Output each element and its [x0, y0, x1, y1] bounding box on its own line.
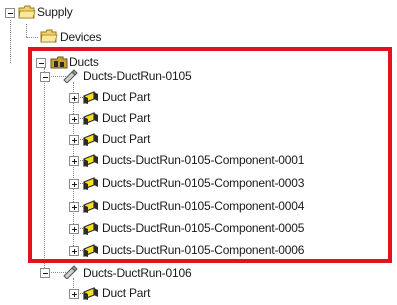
tree-node-label: Ducts-DuctRun-0105-Component-0005 [102, 221, 305, 235]
tree-node-component[interactable]: Ducts-DuctRun-0105-Component-0001 [69, 152, 389, 168]
expand-toggle[interactable] [69, 135, 79, 145]
tree-node-component[interactable]: Ducts-DuctRun-0105-Component-0003 [69, 175, 389, 191]
duct-part-icon [82, 199, 100, 213]
tree-node-component[interactable]: Ducts-DuctRun-0105-Component-0006 [69, 242, 389, 258]
duct-run-icon [62, 265, 80, 280]
folder-icon [18, 5, 36, 19]
collapse-toggle[interactable] [40, 268, 50, 278]
duct-part-icon [82, 90, 100, 104]
duct-part-icon [82, 221, 100, 235]
tree-guide-line [26, 24, 27, 37]
folder-icon [40, 29, 58, 43]
expand-toggle[interactable] [69, 114, 79, 124]
expand-toggle[interactable] [69, 202, 79, 212]
tree-node-label: Ducts-DuctRun-0105-Component-0003 [102, 176, 305, 190]
duct-part-icon [82, 132, 100, 146]
duct-part-icon [82, 176, 100, 190]
tree-node-label: Duct Part [102, 90, 151, 104]
tree-node-label: Supply [37, 5, 73, 19]
tree-node-duct-run[interactable]: Ducts-DuctRun-0106 [40, 264, 240, 280]
tree-node-duct-part[interactable]: Duct Part [69, 285, 189, 301]
tree-node-component[interactable]: Ducts-DuctRun-0105-Component-0005 [69, 220, 389, 236]
expand-toggle[interactable] [69, 224, 79, 234]
tree-node-label: Ducts-DuctRun-0105 [83, 69, 192, 83]
tree-node-label: Duct Part [102, 132, 151, 146]
expand-toggle[interactable] [69, 246, 79, 256]
duct-part-icon [82, 243, 100, 257]
duct-part-icon [82, 111, 100, 125]
tree-node-duct-run[interactable]: Ducts-DuctRun-0105 [40, 68, 240, 84]
collapse-toggle[interactable] [40, 72, 50, 82]
expand-toggle[interactable] [69, 93, 79, 103]
collapse-toggle[interactable] [5, 8, 15, 18]
tree-guide-line [10, 20, 11, 63]
tree-node-label: Ducts-DuctRun-0105-Component-0004 [102, 199, 305, 213]
tree-node-duct-part[interactable]: Duct Part [69, 131, 189, 147]
tree-node-duct-part[interactable]: Duct Part [69, 89, 189, 105]
expand-toggle[interactable] [69, 179, 79, 189]
tree-node-component[interactable]: Ducts-DuctRun-0105-Component-0004 [69, 198, 389, 214]
tree-node-supply[interactable]: Supply [4, 5, 74, 21]
tree-view: Supply Devices Ducts Ducts-DuctRun-0105 … [0, 0, 397, 305]
tree-node-label: Duct Part [102, 286, 151, 300]
ducts-group-icon [50, 55, 68, 69]
tree-node-label: Duct Part [102, 111, 151, 125]
duct-run-icon [62, 69, 80, 84]
tree-guide-line [44, 68, 45, 268]
tree-node-label: Ducts [69, 55, 99, 69]
tree-node-duct-part[interactable]: Duct Part [69, 110, 189, 126]
tree-node-label: Devices [60, 30, 102, 44]
tree-node-label: Ducts-DuctRun-0105-Component-0006 [102, 243, 305, 257]
tree-node-label: Ducts-DuctRun-0105-Component-0001 [102, 153, 305, 167]
tree-node-devices[interactable]: Devices [36, 29, 126, 45]
expand-toggle[interactable] [69, 156, 79, 166]
duct-part-icon [82, 286, 100, 300]
duct-part-icon [82, 153, 100, 167]
collapse-toggle[interactable] [36, 58, 46, 68]
expand-toggle[interactable] [69, 289, 79, 299]
tree-node-label: Ducts-DuctRun-0106 [83, 266, 192, 280]
